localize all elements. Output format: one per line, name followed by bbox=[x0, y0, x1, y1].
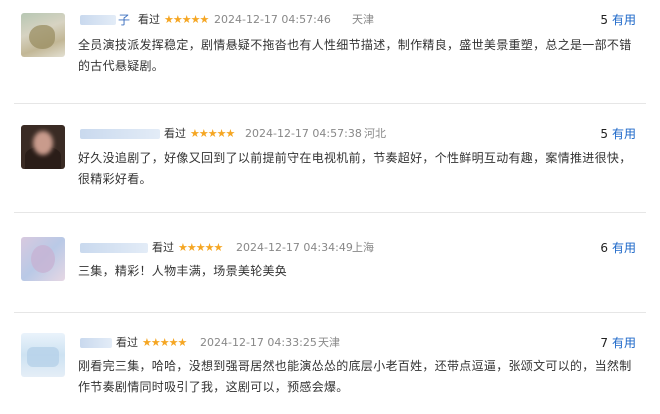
rating-stars: ★★★★★ bbox=[142, 336, 187, 349]
rating-stars: ★★★★★ bbox=[190, 127, 235, 140]
review-time: 2024-12-17 04:57:46 bbox=[214, 13, 331, 26]
useful-count: 6 bbox=[600, 241, 608, 255]
divider bbox=[14, 212, 646, 213]
username-blurred[interactable] bbox=[80, 15, 116, 25]
review-content: 刚看完三集，哈哈，没想到强哥居然也能演怂怂的底层小老百姓，还带点逗逼，张颂文可以… bbox=[78, 359, 632, 394]
useful-button[interactable]: 有用 bbox=[612, 13, 636, 27]
review-content: 全员演技派发挥稳定，剧情悬疑不拖沓也有人性细节描述，制作精良，盛世美景重塑，总之… bbox=[78, 38, 632, 73]
useful-vote[interactable]: 7 有用 bbox=[600, 336, 636, 350]
useful-count: 5 bbox=[600, 127, 608, 141]
divider bbox=[14, 312, 646, 313]
user-avatar[interactable] bbox=[21, 333, 65, 377]
username[interactable]: 子 bbox=[118, 13, 130, 27]
review-location: 天津 bbox=[352, 13, 374, 26]
username-blurred[interactable] bbox=[80, 129, 160, 139]
useful-button[interactable]: 有用 bbox=[612, 127, 636, 141]
user-avatar[interactable] bbox=[21, 237, 65, 281]
review-time: 2024-12-17 04:57:38 bbox=[245, 127, 362, 140]
watched-label: 看过 bbox=[116, 336, 138, 349]
useful-button[interactable]: 有用 bbox=[612, 336, 636, 350]
useful-vote[interactable]: 6 有用 bbox=[600, 241, 636, 255]
user-avatar[interactable] bbox=[21, 13, 65, 57]
watched-label: 看过 bbox=[138, 13, 160, 26]
review-time: 2024-12-17 04:34:49 bbox=[236, 241, 353, 254]
divider bbox=[14, 103, 646, 104]
review-content: 三集，精彩！人物丰满，场景美轮美奂 bbox=[78, 264, 288, 278]
rating-stars: ★★★★★ bbox=[178, 241, 223, 254]
username-blurred[interactable] bbox=[80, 243, 148, 253]
rating-stars: ★★★★★ bbox=[164, 13, 209, 26]
review-content: 好久没追剧了，好像又回到了以前提前守在电视机前，节奏超好，个性鲜明互动有趣，案情… bbox=[78, 151, 632, 186]
username-blurred[interactable] bbox=[80, 338, 112, 348]
review-location: 上海 bbox=[352, 241, 374, 254]
useful-button[interactable]: 有用 bbox=[612, 241, 636, 255]
useful-vote[interactable]: 5 有用 bbox=[600, 13, 636, 27]
useful-count: 5 bbox=[600, 13, 608, 27]
useful-vote[interactable]: 5 有用 bbox=[600, 127, 636, 141]
review-location: 河北 bbox=[364, 127, 386, 140]
watched-label: 看过 bbox=[164, 127, 186, 140]
user-avatar[interactable] bbox=[21, 125, 65, 169]
review-location: 天津 bbox=[318, 336, 340, 349]
review-time: 2024-12-17 04:33:25 bbox=[200, 336, 317, 349]
watched-label: 看过 bbox=[152, 241, 174, 254]
useful-count: 7 bbox=[600, 336, 608, 350]
